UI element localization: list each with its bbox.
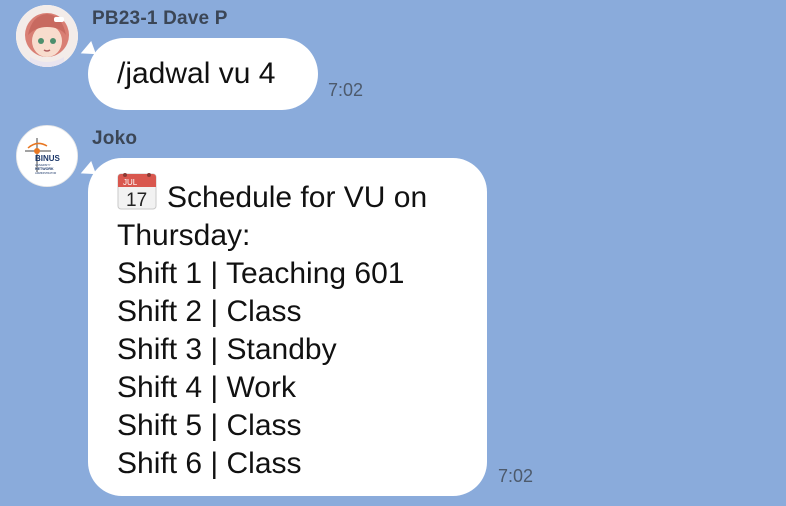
message-line-text: Schedule for VU on: [167, 181, 428, 214]
message-body: JUL 17 Schedule for VU on Thursday: Shif…: [117, 171, 427, 483]
logo-brand: BINUS: [35, 154, 61, 163]
avatar-joko[interactable]: BINUS UNIVERSITY NETWORK ADMINISTRATOR: [16, 125, 78, 187]
message-line-8: Shift 6 | Class: [117, 447, 302, 480]
calendar-icon: JUL 17: [117, 173, 157, 211]
message-line-4: Shift 2 | Class: [117, 295, 302, 328]
chat-view: PB23-1 Dave P /jadwal vu 4 7:02 BINUS UN…: [0, 0, 786, 506]
logo-sub3: ADMINISTRATOR: [35, 171, 56, 175]
message-timestamp: 7:02: [498, 466, 534, 486]
binus-logo-icon: BINUS UNIVERSITY NETWORK ADMINISTRATOR: [17, 126, 77, 186]
calendar-month: JUL: [123, 178, 138, 187]
message-text: /jadwal vu 4: [117, 57, 276, 90]
avatar-dave[interactable]: [16, 5, 78, 67]
message-line-7: Shift 5 | Class: [117, 409, 302, 442]
anime-avatar-image: [16, 5, 78, 67]
message-bubble[interactable]: /jadwal vu 4: [88, 38, 318, 110]
message-bubble[interactable]: JUL 17 Schedule for VU on Thursday: Shif…: [88, 158, 487, 496]
sender-name[interactable]: Joko: [92, 128, 137, 150]
message-timestamp: 7:02: [328, 80, 364, 100]
message-line-1: JUL 17 Schedule for VU on: [117, 171, 427, 217]
message-line-5: Shift 3 | Standby: [117, 333, 337, 366]
sender-name[interactable]: PB23-1 Dave P: [92, 8, 228, 30]
message-line-6: Shift 4 | Work: [117, 371, 296, 404]
logo-sub2: NETWORK: [35, 167, 54, 171]
message-line-2: Thursday:: [117, 219, 251, 252]
calendar-day: 17: [126, 190, 147, 211]
message-line-3: Shift 1 | Teaching 601: [117, 257, 405, 290]
